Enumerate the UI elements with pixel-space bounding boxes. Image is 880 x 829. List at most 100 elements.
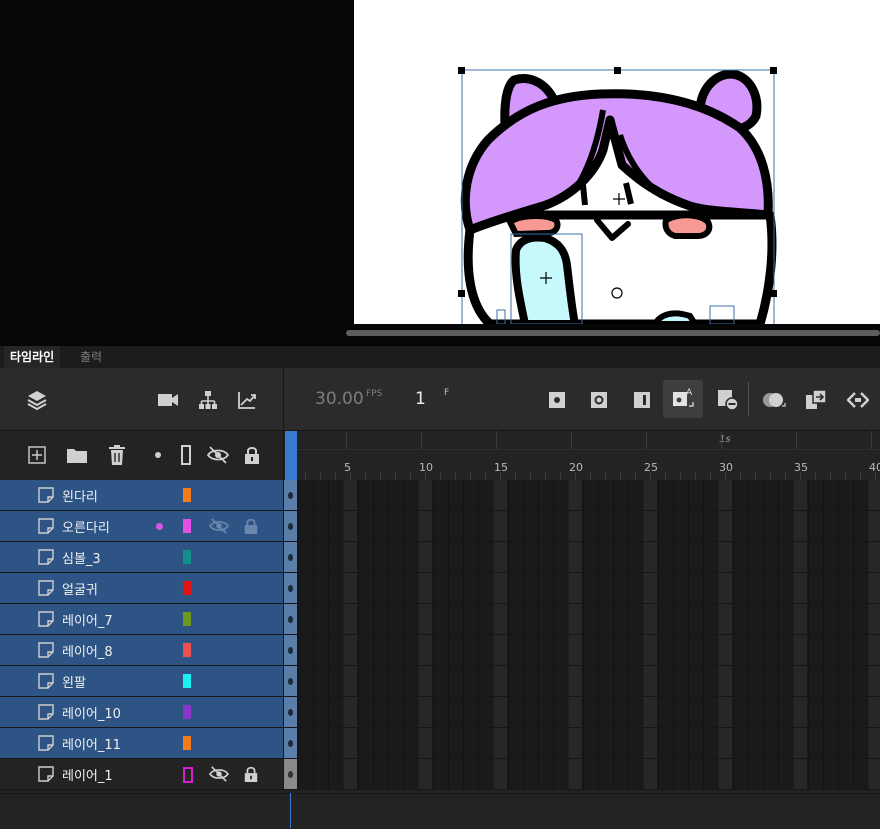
layer-color-swatch[interactable] [183,643,191,657]
layer-name[interactable]: 레이어_8 [62,641,113,660]
layer-name[interactable]: 레이어_1 [62,765,113,784]
outline-mode-icon[interactable] [174,443,198,467]
layer-name[interactable]: 얼굴귀 [62,579,98,598]
layer-row[interactable]: 레이어_11 [0,728,283,759]
layer-color-swatch[interactable] [183,674,191,688]
layer-page-icon [38,580,54,600]
ruler-major-tick [871,431,872,449]
layer-color-swatch[interactable] [183,612,191,626]
frame-ruler[interactable]: 1s 5 10 15 20 25 30 35 40 [284,430,880,480]
layer-name[interactable]: 레이어_7 [62,610,113,629]
frame-row[interactable] [284,511,880,542]
layer-row[interactable]: 레이어_1 [0,759,283,790]
lock-icon[interactable] [240,443,264,467]
highlight-layer-dot-icon[interactable] [146,443,170,467]
keyframe-dot [288,740,293,747]
stage-area[interactable] [0,0,880,346]
stage-horizontal-scrollbar[interactable] [346,330,880,336]
frame-row[interactable] [284,697,880,728]
ruler-tick [380,472,381,480]
layers-icon[interactable] [25,388,49,412]
edit-multiple-frames-icon[interactable] [804,388,828,412]
auto-keyframe-icon: A [671,386,695,410]
lock-icon[interactable] [243,765,259,787]
frame-row[interactable] [284,604,880,635]
eye-hidden-icon[interactable] [208,765,230,787]
frame-row[interactable] [284,666,880,697]
layer-color-swatch[interactable] [183,705,191,719]
auto-keyframe-button[interactable]: A [663,380,703,418]
layer-row[interactable]: 레이어_10 [0,697,283,728]
timeline-right-toolbar: 30.00 FPS 1 F A [284,368,880,430]
layer-name[interactable]: 레이어_10 [62,703,121,722]
camera-icon[interactable] [156,388,180,412]
keyframe[interactable] [284,604,297,634]
layer-page-icon [38,611,54,631]
frame-row[interactable] [284,759,880,790]
layer-row[interactable]: 레이어_8 [0,635,283,666]
lock-icon[interactable] [243,517,259,539]
onion-skin-icon[interactable] [762,388,786,412]
keyframe[interactable] [284,759,297,789]
trash-icon[interactable] [105,443,129,467]
keyframe[interactable] [284,542,297,572]
hierarchy-icon[interactable] [196,388,220,412]
stage-canvas[interactable] [354,0,880,324]
playhead-pointer[interactable] [285,471,297,479]
keyframe[interactable] [284,573,297,603]
frame-row[interactable] [284,635,880,666]
layer-row[interactable]: 심볼_3 [0,542,283,573]
layer-color-swatch[interactable] [183,767,193,783]
keyframe[interactable] [284,635,297,665]
layer-name[interactable]: 왼다리 [62,486,98,505]
add-layer-icon[interactable] [25,443,49,467]
layer-color-swatch[interactable] [183,581,191,595]
layer-name[interactable]: 레이어_11 [62,734,121,753]
layer-page-icon [38,487,54,507]
keyframe[interactable] [284,480,297,510]
insert-keyframe-icon[interactable] [545,388,569,412]
sync-frames-icon[interactable] [846,388,870,412]
keyframe[interactable] [284,697,297,727]
layer-row[interactable]: 얼굴귀 [0,573,283,604]
ruler-divider [284,449,880,450]
layer-row[interactable]: 왼다리 [0,480,283,511]
layer-color-swatch[interactable] [183,550,191,564]
fps-value[interactable]: 30.00 [315,389,364,409]
ruler-tick [665,472,666,480]
frame-row[interactable] [284,728,880,759]
keyframe[interactable] [284,728,297,758]
layer-color-swatch[interactable] [183,736,191,750]
ruler-major-tick [496,431,497,449]
frame-row[interactable] [284,480,880,511]
tab-output[interactable]: 출력 [74,346,108,368]
layer-color-swatch[interactable] [183,488,191,502]
layer-name[interactable]: 심볼_3 [62,548,101,567]
ruler-frame-label: 5 [344,461,351,474]
frame-row[interactable] [284,573,880,604]
layer-row[interactable]: 레이어_7 [0,604,283,635]
keyframe-dot [288,585,293,592]
layer-row[interactable]: 오른다리 [0,511,283,542]
layer-row[interactable]: 왼팔 [0,666,283,697]
ruler-tick [590,472,591,480]
layer-name[interactable]: 왼팔 [62,672,86,691]
folder-icon[interactable] [65,443,89,467]
layer-color-swatch[interactable] [183,519,191,533]
layer-name[interactable]: 오른다리 [62,517,110,536]
eye-hidden-icon[interactable] [206,443,230,467]
tab-timeline[interactable]: 타임라인 [4,346,61,368]
keyframe[interactable] [284,666,297,696]
insert-frame-icon[interactable] [630,388,654,412]
graph-icon[interactable] [235,388,259,412]
character-drawing[interactable] [354,0,880,324]
ruler-tick [740,472,741,480]
frame-row[interactable] [284,542,880,573]
ruler-tick [485,472,486,480]
keyframe[interactable] [284,511,297,541]
eye-hidden-icon[interactable] [208,517,230,539]
current-frame-value[interactable]: 1 [415,389,426,409]
ruler-tick [695,472,696,480]
insert-blank-keyframe-icon[interactable] [587,388,611,412]
remove-keyframe-icon[interactable] [716,388,740,412]
